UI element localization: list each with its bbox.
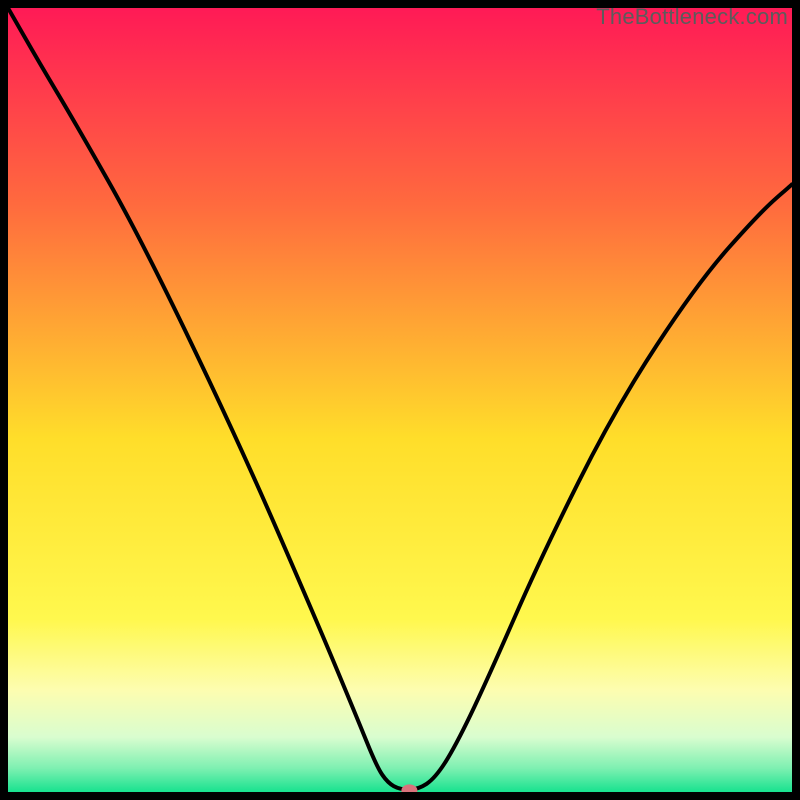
watermark: TheBottleneck.com bbox=[596, 4, 788, 30]
chart-frame: TheBottleneck.com bbox=[0, 0, 800, 800]
plot-area bbox=[8, 8, 792, 792]
gradient-bg bbox=[8, 8, 792, 792]
chart-svg bbox=[8, 8, 792, 792]
